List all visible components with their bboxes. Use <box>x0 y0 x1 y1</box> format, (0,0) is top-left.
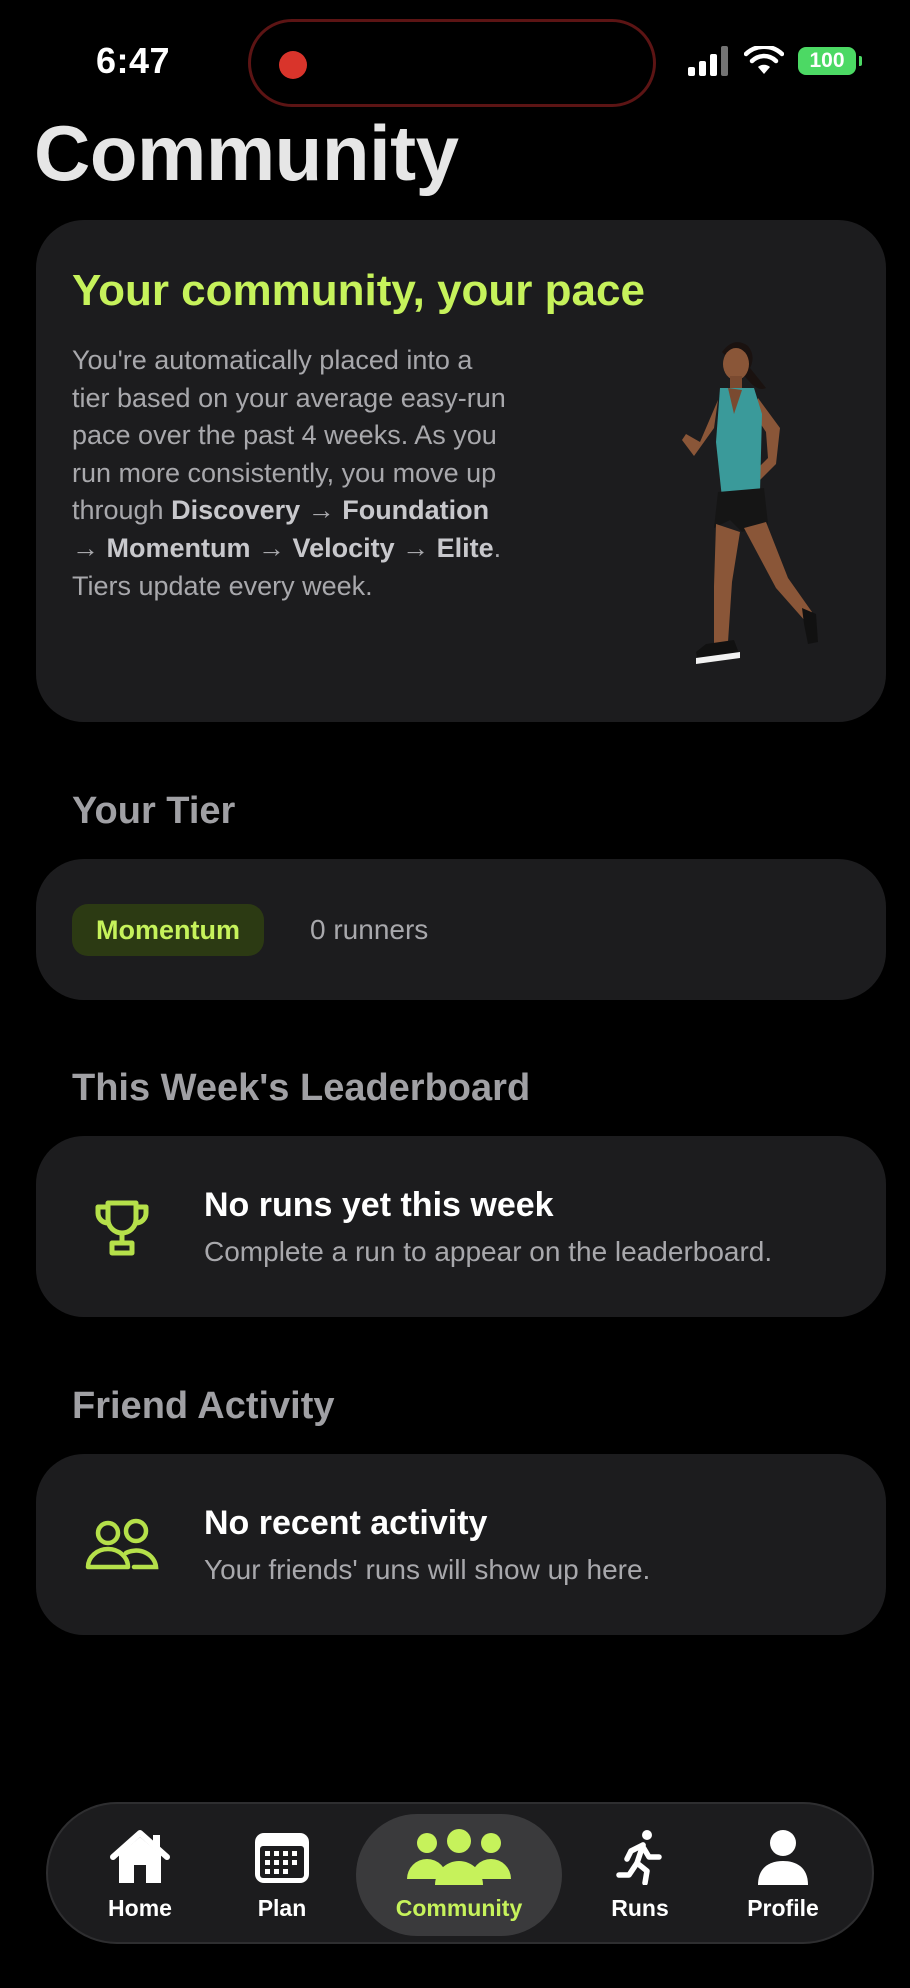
leaderboard-empty-title: No runs yet this week <box>204 1186 554 1224</box>
tab-plan[interactable]: Plan <box>232 1814 332 1936</box>
woman-running-photo <box>682 342 818 664</box>
friend-activity-heading: Friend Activity <box>72 1385 335 1427</box>
hero-title: Your community, your pace <box>72 266 645 315</box>
trophy-icon <box>95 1200 149 1256</box>
status-time: 6:47 <box>96 40 171 81</box>
wifi-icon <box>744 46 784 74</box>
friend-activity-empty-title: No recent activity <box>204 1504 488 1542</box>
running-figure-icon <box>616 1829 662 1885</box>
tab-bar: Home Plan Community Runs Profile <box>46 1802 874 1944</box>
community-info-card: Your community, your pace You're automat… <box>36 220 886 722</box>
tier-runner-count: 0 runners <box>310 914 429 945</box>
house-icon <box>110 1829 170 1883</box>
tier-name-momentum: Momentum <box>106 532 251 563</box>
cellular-signal-icon <box>688 46 730 76</box>
group-icon <box>407 1828 511 1885</box>
calendar-icon <box>255 1832 309 1883</box>
tier-name-elite: Elite <box>436 532 494 563</box>
status-indicators: 100 <box>688 46 862 76</box>
tier-badge: Momentum <box>72 904 264 956</box>
tab-runs[interactable]: Runs <box>590 1814 690 1936</box>
hero-description: You're automatically placed into a tier … <box>72 345 506 601</box>
tab-home[interactable]: Home <box>86 1814 194 1936</box>
tab-profile[interactable]: Profile <box>728 1814 838 1936</box>
people-icon <box>85 1518 159 1570</box>
person-icon <box>758 1829 808 1885</box>
your-tier-heading: Your Tier <box>72 790 236 832</box>
friend-activity-card[interactable]: No recent activity Your friends' runs wi… <box>36 1454 886 1635</box>
tier-name-foundation: Foundation <box>342 495 490 526</box>
community-screen: 6:47 100 Community Your community, your … <box>0 0 910 1988</box>
recording-indicator-icon <box>279 51 307 79</box>
tier-name-discovery: Discovery <box>171 495 301 526</box>
battery-icon: 100 <box>798 47 862 75</box>
tab-community[interactable]: Community <box>356 1814 562 1936</box>
leaderboard-empty-subtitle: Complete a run to appear on the leaderbo… <box>204 1236 773 1267</box>
leaderboard-card[interactable]: No runs yet this week Complete a run to … <box>36 1136 886 1317</box>
tier-card[interactable]: Momentum 0 runners <box>36 859 886 1000</box>
friend-activity-empty-subtitle: Your friends' runs will show up here. <box>204 1554 651 1585</box>
dynamic-island <box>248 19 656 107</box>
page-title: Community <box>34 109 459 197</box>
tier-name-velocity: Velocity <box>292 532 395 563</box>
leaderboard-heading: This Week's Leaderboard <box>72 1067 531 1109</box>
